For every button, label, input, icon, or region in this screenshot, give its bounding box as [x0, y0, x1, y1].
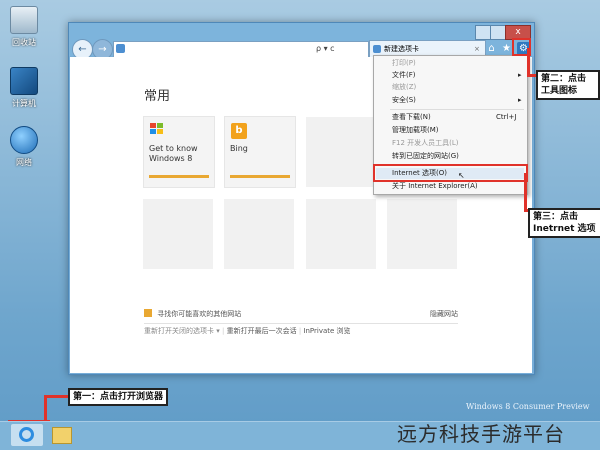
suggest-sites-link[interactable]: 寻找你可能喜欢的其他网站 — [157, 310, 241, 318]
menu-item-print[interactable]: 打印(P) — [392, 58, 416, 69]
computer-icon — [10, 67, 38, 95]
tile-label-line2: Windows 8 — [149, 154, 193, 163]
menu-separator — [390, 109, 524, 110]
desktop-icon-recycle-bin[interactable]: 回收站 — [0, 6, 48, 48]
inprivate-link[interactable]: InPrivate 浏览 — [303, 327, 350, 335]
page-icon — [116, 44, 125, 53]
address-bar[interactable]: ρ ▾ c — [113, 41, 369, 58]
desktop-icon-network[interactable]: 网络 — [0, 126, 48, 168]
site-watermark: 远方科技手游平台 — [397, 422, 565, 446]
tile-empty — [387, 199, 457, 269]
submenu-arrow-icon: ▸ — [518, 96, 522, 104]
ie-taskbar-icon[interactable] — [11, 424, 43, 446]
menu-item-label: 安全(S) — [392, 96, 416, 104]
menu-item-view-downloads[interactable]: 查看下载(N) Ctrl+J — [392, 112, 516, 123]
bing-icon: b — [231, 123, 247, 139]
menu-item-label: 关于 Internet Explorer(A) — [392, 182, 478, 190]
tile-progress-bar — [230, 175, 290, 178]
connector-line — [527, 48, 530, 76]
maximize-button[interactable] — [490, 25, 506, 40]
tab-icon — [373, 45, 381, 53]
tile-progress-bar — [149, 175, 209, 178]
tile-empty — [224, 199, 294, 269]
tile-empty — [306, 199, 376, 269]
menu-item-label: 转到已固定的网站(G) — [392, 152, 459, 160]
os-watermark: Windows 8 Consumer Preview — [466, 402, 590, 411]
home-icon[interactable]: ⌂ — [485, 42, 498, 55]
desktop-icon-label: 网络 — [16, 158, 32, 167]
menu-item-pinned-sites[interactable]: 转到已固定的网站(G) — [392, 151, 459, 162]
tile-label: Get to know Windows 8 — [149, 144, 198, 164]
reopen-row: 重新打开关闭的选项卡 ▾ | 重新打开最后一次会话 | InPrivate 浏览 — [144, 327, 351, 335]
callout-step-three: 第三：点击 Inetrnet 选项 — [528, 208, 600, 238]
windows-flag-icon — [150, 123, 164, 135]
callout-text: 第一：点击打开浏览器 — [73, 392, 164, 402]
hide-sites-link[interactable]: 隐藏网站 — [430, 309, 458, 319]
reopen-closed-tabs-link[interactable]: 重新打开关闭的选项卡 ▾ — [144, 327, 220, 335]
tile-bing[interactable]: b Bing — [224, 116, 296, 188]
menu-item-label: 查看下载(N) — [392, 113, 431, 121]
callout-text: 工具图标 — [541, 86, 578, 96]
menu-item-zoom[interactable]: 缩放(Z) — [392, 82, 416, 93]
menu-item-manage-addons[interactable]: 管理加载项(M) — [392, 125, 439, 136]
menu-item-label: 缩放(Z) — [392, 83, 417, 91]
network-icon — [10, 126, 38, 154]
menu-item-file[interactable]: 文件(F) ▸ — [392, 70, 522, 81]
connector-line — [46, 395, 68, 398]
tile-label-line1: Get to know — [149, 144, 198, 153]
desktop-icon-label: 回收站 — [12, 38, 36, 47]
tile-empty — [143, 199, 213, 269]
desktop-icon-label: 计算机 — [12, 99, 36, 108]
menu-item-f12-tools[interactable]: F12 开发人员工具(L) — [392, 138, 459, 149]
connector-line — [44, 395, 47, 422]
callout-step-two: 第二：点击 工具图标 — [536, 70, 600, 100]
reopen-last-session-link[interactable]: 重新打开最后一次会话 — [227, 327, 297, 335]
tile-empty — [306, 117, 376, 187]
suggest-icon — [144, 309, 152, 317]
callout-text: 第三：点击 — [533, 212, 579, 222]
menu-item-label: F12 开发人员工具(L) — [392, 139, 459, 147]
page-title: 常用 — [144, 89, 171, 104]
callout-text: Inetrnet 选项 — [533, 224, 596, 234]
desktop-icon-computer[interactable]: 计算机 — [0, 67, 48, 109]
callout-step-one: 第一：点击打开浏览器 — [68, 388, 169, 406]
menu-item-label: 管理加载项(M) — [392, 126, 439, 134]
menu-item-about-ie[interactable]: 关于 Internet Explorer(A) — [392, 181, 478, 192]
minimize-button[interactable] — [475, 25, 491, 40]
explorer-taskbar-icon[interactable] — [52, 427, 72, 444]
tile-get-to-know-windows[interactable]: Get to know Windows 8 — [143, 116, 215, 188]
recycle-bin-icon — [10, 6, 38, 34]
menu-item-label: 打印(P) — [392, 59, 416, 67]
tile-label: Bing — [230, 144, 248, 153]
menu-item-label: 文件(F) — [392, 71, 416, 79]
connector-line — [524, 173, 527, 211]
callout-text: 第二：点击 — [541, 74, 587, 84]
highlight-internet-options — [373, 164, 528, 182]
menu-item-shortcut: Ctrl+J — [496, 113, 517, 121]
submenu-arrow-icon: ▸ — [518, 71, 522, 79]
suggest-sites-row: 寻找你可能喜欢的其他网站 隐藏网站 — [144, 309, 458, 324]
address-tools-icons[interactable]: ρ ▾ c — [316, 44, 335, 53]
title-bar: x ← → ρ ▾ c 新建选项卡 × ⌂ ★ ⚙ — [69, 23, 534, 60]
menu-item-safety[interactable]: 安全(S) ▸ — [392, 95, 522, 106]
